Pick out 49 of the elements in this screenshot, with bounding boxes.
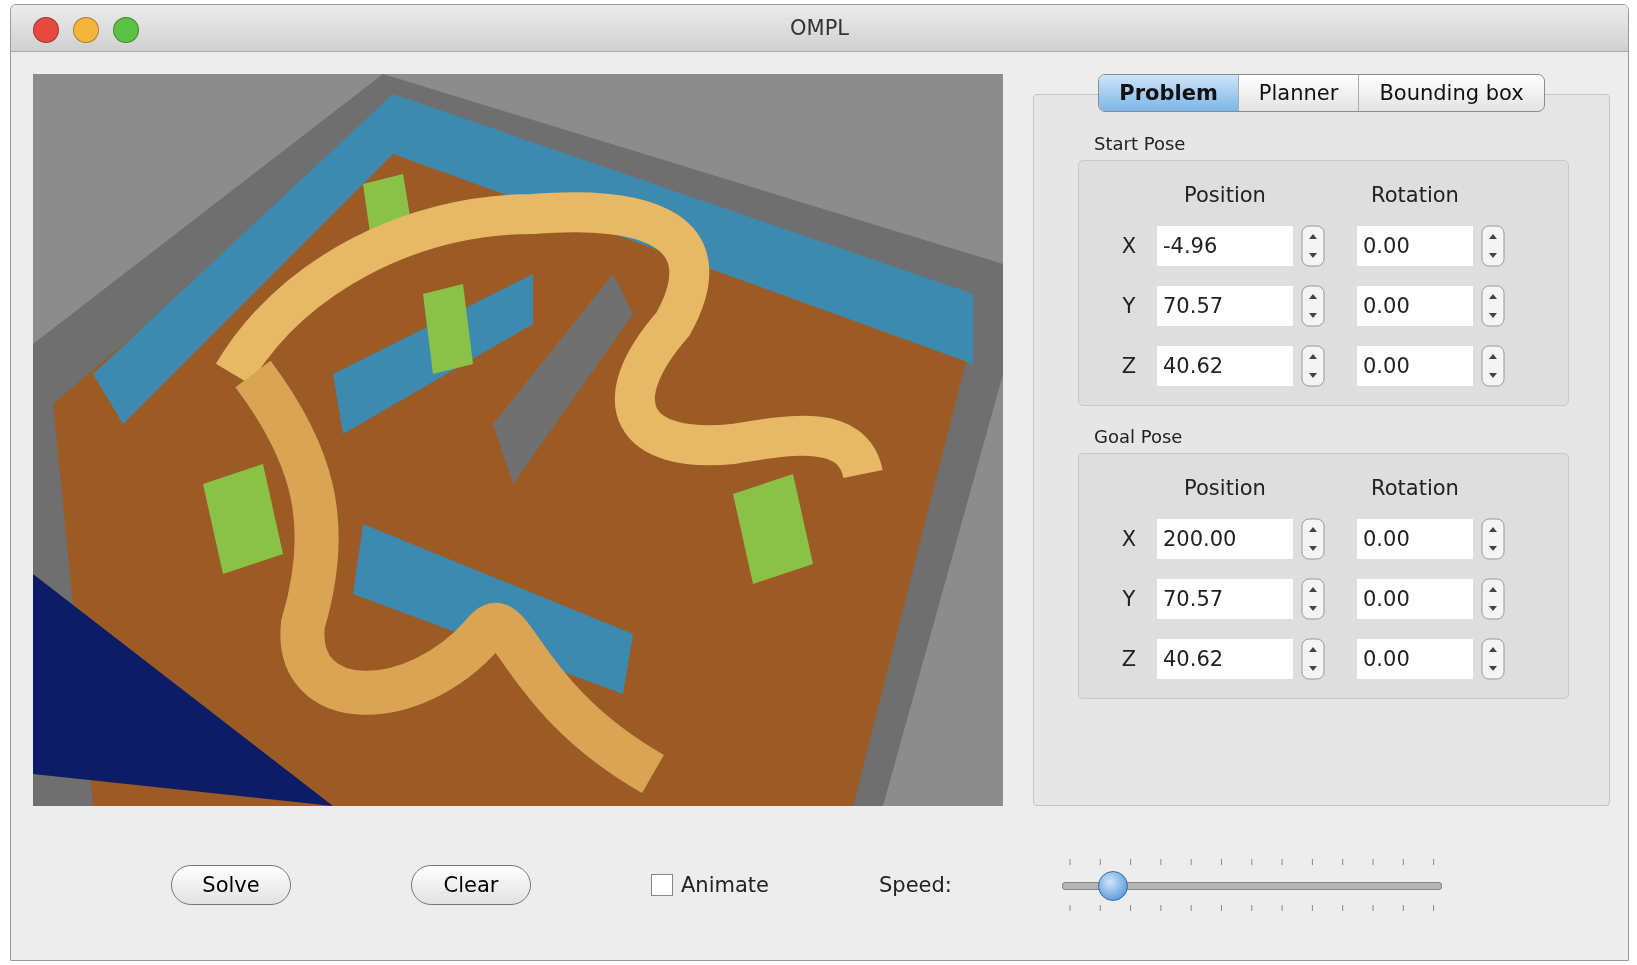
position-field[interactable]: 70.57 <box>1157 286 1293 326</box>
stepper-control[interactable] <box>1481 345 1505 387</box>
minimize-button[interactable] <box>73 17 99 43</box>
axis-label: X <box>1120 234 1138 258</box>
rotation-field[interactable]: 0.00 <box>1357 346 1473 386</box>
stepper-control[interactable] <box>1481 578 1505 620</box>
rotation-field[interactable]: 0.00 <box>1357 286 1473 326</box>
axis-label: X <box>1120 527 1138 551</box>
push-button[interactable]: Clear <box>411 865 531 905</box>
zoom-button[interactable] <box>113 17 139 43</box>
axis-label: Y <box>1121 294 1137 318</box>
slider-thumb[interactable] <box>1098 871 1129 901</box>
stepper-control[interactable] <box>1301 225 1325 267</box>
rotation-field[interactable]: 0.00 <box>1357 579 1473 619</box>
column-header: Position <box>1183 183 1267 207</box>
stepper-control[interactable] <box>1481 518 1505 560</box>
stepper-control[interactable] <box>1301 638 1325 680</box>
window-title: OMPL <box>790 16 849 40</box>
group-title: Goal Pose <box>1094 426 1184 447</box>
position-field[interactable]: 200.00 <box>1157 519 1293 559</box>
tab[interactable]: Bounding box <box>1359 75 1544 111</box>
stepper-control[interactable] <box>1301 518 1325 560</box>
tab[interactable]: Problem <box>1099 75 1239 111</box>
axis-label: Z <box>1120 354 1138 378</box>
stepper-control[interactable] <box>1301 578 1325 620</box>
position-field[interactable]: 70.57 <box>1157 579 1293 619</box>
axis-label: Z <box>1120 647 1138 671</box>
checkbox-label: Animate <box>681 873 769 897</box>
position-field[interactable]: 40.62 <box>1157 346 1293 386</box>
position-field[interactable]: 40.62 <box>1157 639 1293 679</box>
close-button[interactable] <box>33 17 59 43</box>
checkbox[interactable] <box>651 874 673 896</box>
rotation-field[interactable]: 0.00 <box>1357 519 1473 559</box>
stepper-control[interactable] <box>1301 285 1325 327</box>
stepper-control[interactable] <box>1481 225 1505 267</box>
column-header: Rotation <box>1370 476 1460 500</box>
rotation-field[interactable]: 0.00 <box>1357 639 1473 679</box>
group-title: Start Pose <box>1094 133 1187 154</box>
column-header: Position <box>1183 476 1267 500</box>
stepper-control[interactable] <box>1301 345 1325 387</box>
tab[interactable]: Planner <box>1238 75 1360 111</box>
axis-label: Y <box>1121 587 1137 611</box>
column-header: Rotation <box>1370 183 1460 207</box>
push-button[interactable]: Solve <box>171 865 291 905</box>
position-field[interactable]: -4.96 <box>1157 226 1293 266</box>
stepper-control[interactable] <box>1481 285 1505 327</box>
rotation-field[interactable]: 0.00 <box>1357 226 1473 266</box>
speed-label: Speed: <box>879 873 952 897</box>
stepper-control[interactable] <box>1481 638 1505 680</box>
